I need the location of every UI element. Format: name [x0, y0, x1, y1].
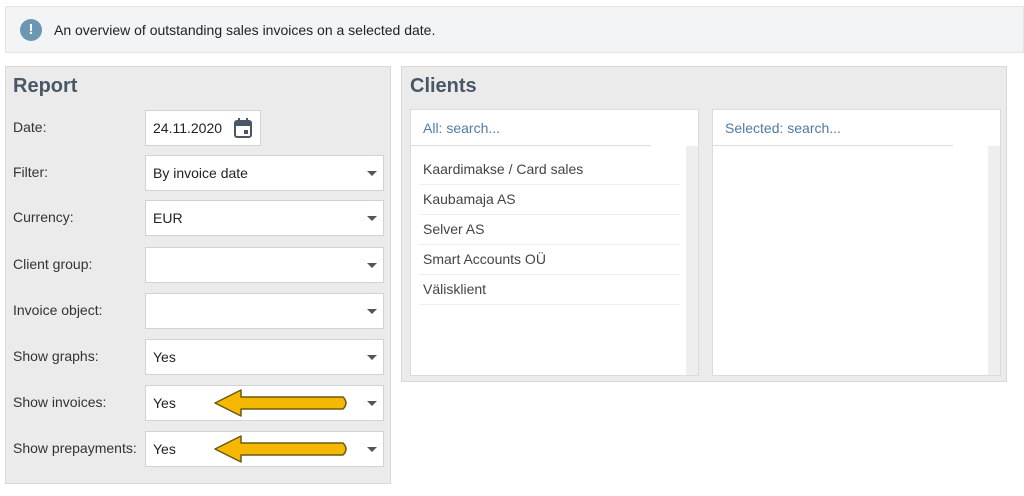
- info-icon: !: [20, 18, 42, 41]
- currency-label: Currency:: [13, 209, 74, 225]
- show-graphs-label: Show graphs:: [13, 348, 99, 364]
- report-panel: Report Date: 24.11.2020 Filter: By invoi…: [5, 66, 391, 484]
- all-clients-scrollbar[interactable]: [686, 146, 698, 375]
- chevron-down-icon: [367, 171, 377, 176]
- list-item[interactable]: Selver AS: [419, 215, 680, 245]
- calendar-icon[interactable]: [234, 118, 252, 138]
- show-graphs-value: Yes: [153, 349, 176, 365]
- selected-clients-search-input[interactable]: [713, 110, 953, 146]
- date-row: Date: 24.11.2020: [6, 110, 392, 146]
- list-item[interactable]: Kaubamaja AS: [419, 185, 680, 215]
- currency-select[interactable]: EUR: [145, 200, 384, 236]
- info-banner: ! An overview of outstanding sales invoi…: [5, 6, 1024, 53]
- show-invoices-label: Show invoices:: [13, 394, 107, 410]
- all-clients-search-input[interactable]: [411, 110, 651, 146]
- client-group-select[interactable]: [145, 247, 384, 283]
- arrow-pointer-icon: [214, 389, 347, 417]
- info-text: An overview of outstanding sales invoice…: [54, 21, 436, 38]
- client-group-row: Client group:: [6, 247, 392, 283]
- chevron-down-icon: [367, 263, 377, 268]
- show-graphs-select[interactable]: Yes: [145, 339, 384, 375]
- clients-panel: Clients Kaardimakse / Card sales Kaubama…: [401, 66, 1007, 382]
- currency-row: Currency: EUR: [6, 200, 392, 236]
- invoice-object-row: Invoice object:: [6, 293, 392, 329]
- chevron-down-icon: [367, 216, 377, 221]
- date-value: 24.11.2020: [153, 120, 223, 136]
- all-clients-list: Kaardimakse / Card sales Kaubamaja AS Se…: [410, 109, 699, 376]
- list-item[interactable]: Kaardimakse / Card sales: [419, 155, 680, 185]
- filter-row: Filter: By invoice date: [6, 155, 392, 191]
- currency-value: EUR: [153, 210, 183, 226]
- arrow-pointer-icon: [214, 435, 347, 463]
- invoice-object-label: Invoice object:: [13, 302, 103, 318]
- invoice-object-select[interactable]: [145, 293, 384, 329]
- show-prepayments-value: Yes: [153, 441, 176, 457]
- date-input[interactable]: 24.11.2020: [145, 110, 261, 146]
- chevron-down-icon: [367, 401, 377, 406]
- date-label: Date:: [13, 119, 47, 135]
- filter-select[interactable]: By invoice date: [145, 155, 384, 191]
- filter-value: By invoice date: [153, 165, 248, 181]
- chevron-down-icon: [367, 447, 377, 452]
- show-graphs-row: Show graphs: Yes: [6, 339, 392, 375]
- selected-clients-scrollbar[interactable]: [988, 146, 1000, 375]
- filter-label: Filter:: [13, 164, 48, 180]
- all-clients-items: Kaardimakse / Card sales Kaubamaja AS Se…: [419, 155, 680, 305]
- list-item[interactable]: Smart Accounts OÜ: [419, 245, 680, 275]
- show-prepayments-label: Show prepayments:: [13, 440, 137, 456]
- clients-title: Clients: [410, 75, 477, 97]
- chevron-down-icon: [367, 309, 377, 314]
- selected-clients-list: [712, 109, 1001, 376]
- show-invoices-value: Yes: [153, 395, 176, 411]
- chevron-down-icon: [367, 355, 377, 360]
- report-title: Report: [13, 75, 78, 97]
- list-item[interactable]: Välisklient: [419, 275, 680, 305]
- client-group-label: Client group:: [13, 256, 93, 272]
